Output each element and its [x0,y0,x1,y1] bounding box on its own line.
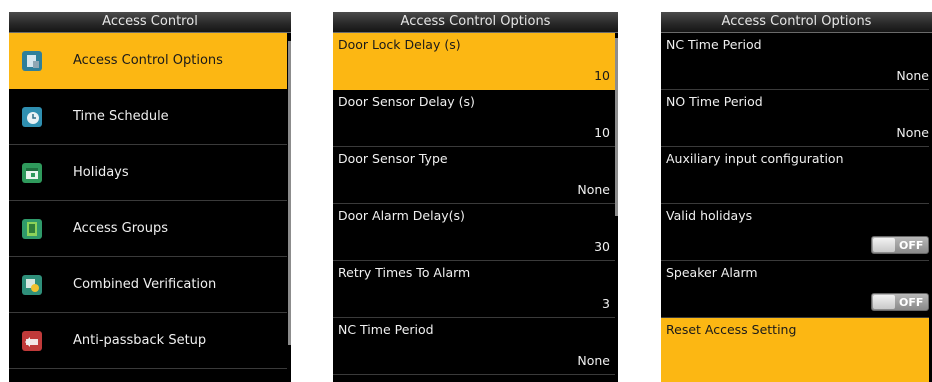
option-label: NC Time Period [666,37,762,52]
option-retry-times-to-alarm[interactable]: Retry Times To Alarm 3 [333,261,615,318]
menu-item-label: Holidays [73,165,129,180]
option-speaker-alarm[interactable]: Speaker Alarm OFF [661,261,929,318]
access-groups-icon [22,219,42,239]
option-nc-time-period[interactable]: NC Time Period None [661,33,929,90]
option-value: 10 [594,125,610,140]
menu-item-combined-verification[interactable]: Combined Verification [9,257,287,313]
menu-item-label: Combined Verification [73,277,217,292]
option-door-sensor-type[interactable]: Door Sensor Type None [333,147,615,204]
toggle-state: OFF [899,239,924,252]
option-label: Door Alarm Delay(s) [338,208,465,223]
screen-title: Access Control [9,12,291,33]
option-value: 30 [594,239,610,254]
scrollbar[interactable] [615,38,618,216]
menu-item-access-groups[interactable]: Access Groups [9,201,287,257]
menu-item-label: Access Control Options [73,53,223,68]
menu-item-label: Access Groups [73,221,168,236]
option-value: 3 [602,296,610,311]
option-reset-access-setting[interactable]: Reset Access Setting [661,318,929,382]
option-label: Door Lock Delay (s) [338,37,461,52]
option-value: None [577,182,610,197]
combined-verification-icon [22,275,42,295]
option-value: None [896,125,929,140]
speaker-alarm-toggle[interactable]: OFF [871,293,929,311]
valid-holidays-toggle[interactable]: OFF [871,236,929,254]
holidays-icon [22,163,42,183]
option-valid-holidays[interactable]: Valid holidays OFF [661,204,929,261]
access-control-screen: Access Control Access Control Options Ti… [9,12,291,382]
access-control-options-screen: Access Control Options Door Lock Delay (… [333,12,618,382]
option-door-lock-delay[interactable]: Door Lock Delay (s) 10 [333,33,615,90]
option-label: Speaker Alarm [666,265,758,280]
screen-title: Access Control Options [661,12,932,33]
option-label: Valid holidays [666,208,753,223]
access-control-options-screen-scrolled: Access Control Options NC Time Period No… [661,12,932,382]
menu-item-access-control-options[interactable]: Access Control Options [9,33,287,89]
toggle-knob [873,295,895,309]
option-label: Door Sensor Delay (s) [338,94,475,109]
option-label: Auxiliary input configuration [666,151,844,166]
option-door-alarm-delay[interactable]: Door Alarm Delay(s) 30 [333,204,615,261]
menu-item-anti-passback-setup[interactable]: Anti-passback Setup [9,313,287,369]
screen-title: Access Control Options [333,12,618,33]
option-label: Door Sensor Type [338,151,448,166]
option-value: 10 [594,68,610,83]
menu-item-holidays[interactable]: Holidays [9,145,287,201]
scrollbar[interactable] [288,41,291,345]
option-label: Retry Times To Alarm [338,265,471,280]
menu-item-label: Anti-passback Setup [73,333,207,348]
anti-passback-icon [22,331,42,351]
menu-item-label: Time Schedule [73,109,169,124]
toggle-knob [873,238,895,252]
toggle-state: OFF [899,296,924,309]
option-door-sensor-delay[interactable]: Door Sensor Delay (s) 10 [333,90,615,147]
option-label: NO Time Period [666,94,763,109]
time-schedule-icon [22,107,42,127]
option-value: None [577,353,610,368]
option-label: Reset Access Setting [666,322,797,337]
option-auxiliary-input-configuration[interactable]: Auxiliary input configuration [661,147,929,204]
option-no-time-period[interactable]: NO Time Period None [661,90,929,147]
access-options-icon [22,51,42,71]
menu-item-time-schedule[interactable]: Time Schedule [9,89,287,145]
option-value: None [896,68,929,83]
option-label: NC Time Period [338,322,434,337]
option-nc-time-period[interactable]: NC Time Period None [333,318,615,375]
